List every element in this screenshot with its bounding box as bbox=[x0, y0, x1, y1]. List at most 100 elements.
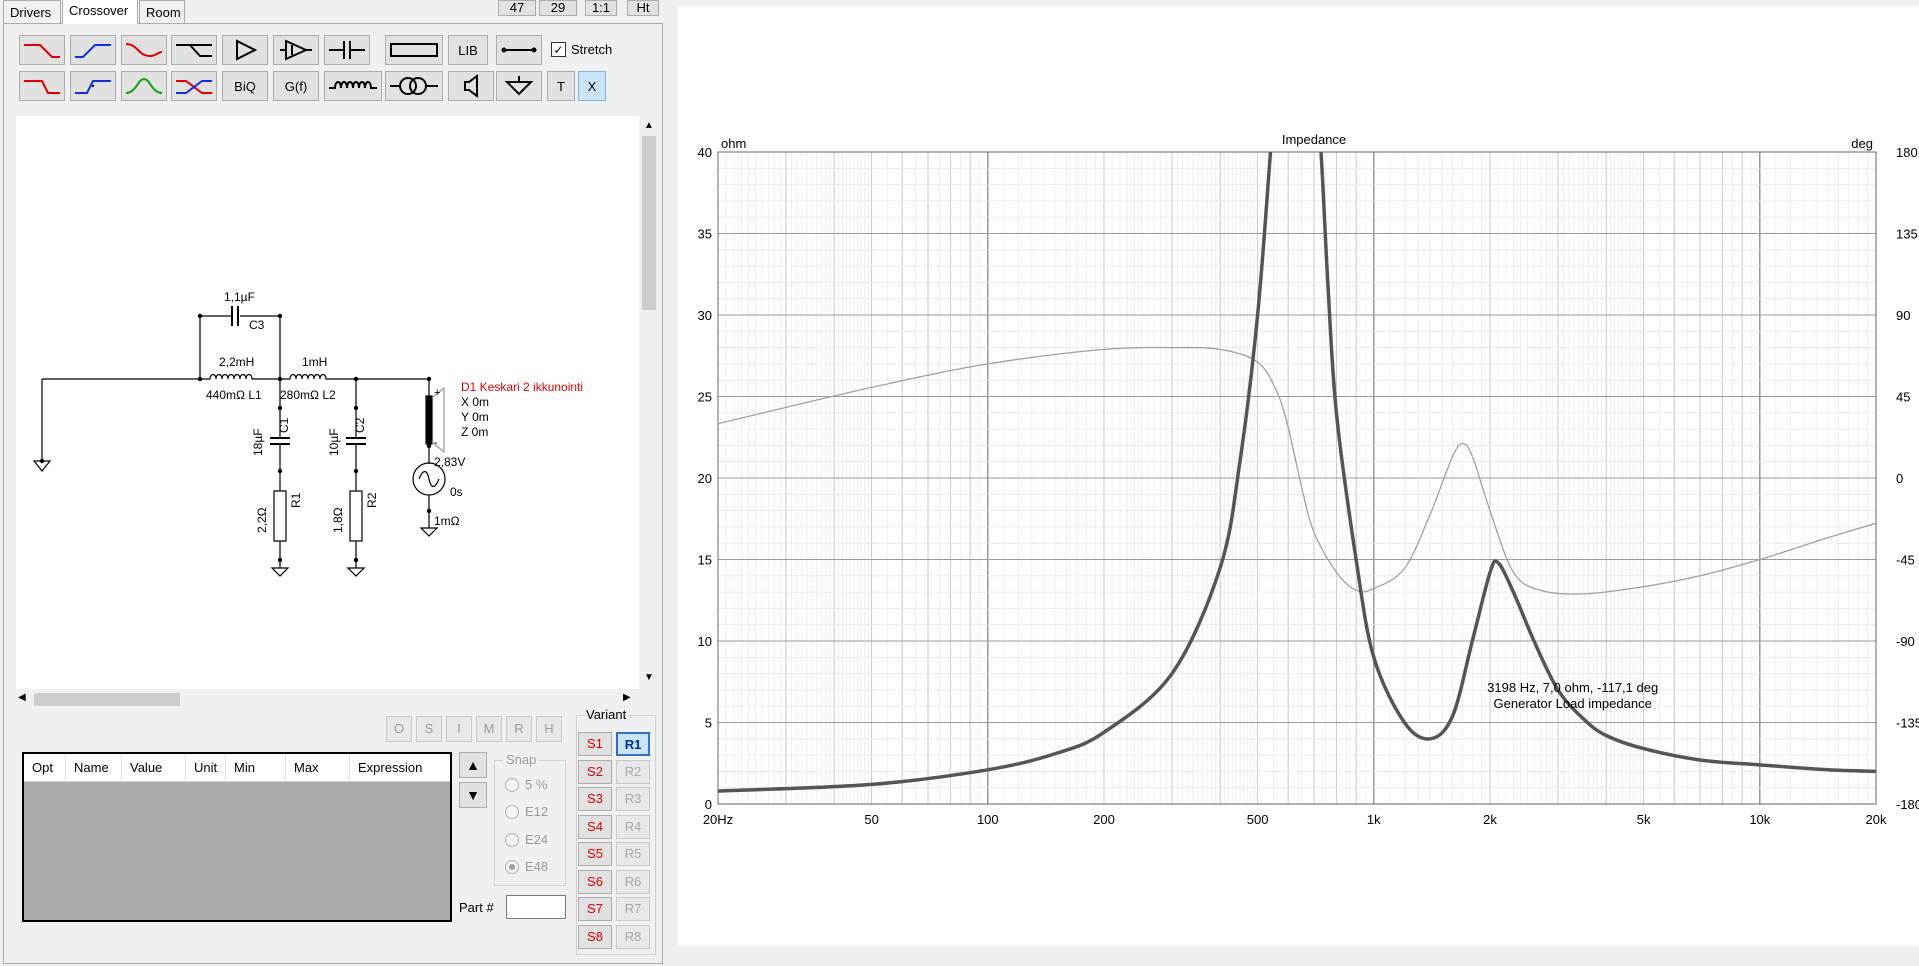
transformer-button[interactable] bbox=[385, 71, 443, 101]
col-max[interactable]: Max bbox=[286, 754, 350, 781]
opt-r-button[interactable]: R bbox=[506, 716, 532, 742]
crossover-2way-button[interactable] bbox=[171, 71, 217, 101]
snap-e24-radio[interactable]: E24 bbox=[505, 832, 548, 847]
parameter-table[interactable]: Opt Name Value Unit Min Max Expression bbox=[22, 752, 452, 922]
speaker-icon bbox=[464, 74, 478, 98]
y-left-tick-label: 25 bbox=[698, 390, 712, 405]
tab-room[interactable]: Room bbox=[139, 0, 185, 24]
gen-delay: 0s bbox=[450, 485, 463, 499]
col-name[interactable]: Name bbox=[66, 754, 122, 781]
opamp-button[interactable] bbox=[273, 35, 319, 65]
text-tool-button[interactable]: T bbox=[547, 71, 575, 101]
wire-icon bbox=[501, 47, 537, 53]
delete-x-button[interactable]: X bbox=[578, 71, 606, 101]
checkmark-icon: ✓ bbox=[551, 42, 566, 57]
variant-s1-button[interactable]: S1 bbox=[578, 732, 612, 756]
cursor-annotation-series: Generator Load impedance bbox=[1494, 696, 1652, 711]
scroll-up-icon[interactable]: ▲ bbox=[644, 120, 654, 131]
stretch-label: Stretch bbox=[571, 42, 613, 57]
lowpass2-icon bbox=[24, 80, 60, 94]
stretch-checkbox[interactable]: ✓ Stretch bbox=[551, 42, 612, 57]
wire-button[interactable] bbox=[496, 35, 542, 65]
variant-r3-button[interactable]: R3 bbox=[616, 787, 650, 811]
crossover-2way-icon bbox=[176, 80, 212, 94]
resistor-button[interactable] bbox=[385, 35, 443, 65]
col-value[interactable]: Value bbox=[122, 754, 186, 781]
zoom-47-button[interactable]: 47 bbox=[498, 0, 536, 16]
ground-button[interactable] bbox=[496, 71, 542, 101]
lib-button[interactable]: LIB bbox=[448, 35, 488, 65]
ground-icon bbox=[504, 76, 534, 96]
schematic-canvas[interactable]: 1,1µF C3 2,2mH 440mΩ L1 1mH 280mΩ L2 18µ… bbox=[16, 116, 639, 689]
col-opt[interactable]: Opt bbox=[24, 754, 66, 781]
variant-s3-button[interactable]: S3 bbox=[578, 787, 612, 811]
variant-r1-button[interactable]: R1 bbox=[616, 732, 650, 756]
vscroll-thumb[interactable] bbox=[642, 136, 656, 310]
tab-crossover[interactable]: Crossover bbox=[62, 0, 138, 24]
speaker-button[interactable] bbox=[448, 71, 494, 101]
tab-drivers[interactable]: Drivers bbox=[3, 0, 61, 24]
hscroll-thumb[interactable] bbox=[34, 693, 180, 706]
schematic-horizontal-scrollbar[interactable]: ◀ ▶ bbox=[16, 689, 639, 710]
x-tick-label: 10k bbox=[1749, 812, 1770, 827]
variant-r7-button[interactable]: R7 bbox=[616, 897, 650, 921]
opt-i-button[interactable]: I bbox=[446, 716, 472, 742]
biq-button[interactable]: BiQ bbox=[222, 71, 268, 101]
opamp-icon bbox=[280, 39, 312, 61]
impedance-chart-panel[interactable]: 20Hz 50 100 200 500 1k 2k 5k 10k 20k 0 5 10 15 20 25 30 3… bbox=[678, 6, 1919, 946]
notch-button[interactable] bbox=[171, 35, 217, 65]
scroll-left-icon[interactable]: ◀ bbox=[18, 692, 26, 703]
variant-s7-button[interactable]: S7 bbox=[578, 897, 612, 921]
col-expression[interactable]: Expression bbox=[350, 754, 450, 781]
highpass2-blue-button[interactable] bbox=[70, 71, 116, 101]
opt-h-button[interactable]: H bbox=[536, 716, 562, 742]
move-up-button[interactable]: ▲ bbox=[459, 752, 487, 778]
bandpass-green-button[interactable] bbox=[121, 71, 167, 101]
variant-r5-button[interactable]: R5 bbox=[616, 842, 650, 866]
capacitor-button[interactable] bbox=[324, 35, 370, 65]
x-tick-label: 2k bbox=[1483, 812, 1497, 827]
x-tick-label: 50 bbox=[864, 812, 878, 827]
snap-e12-radio[interactable]: E12 bbox=[505, 804, 548, 819]
variant-s2-button[interactable]: S2 bbox=[578, 760, 612, 784]
scroll-right-icon[interactable]: ▶ bbox=[623, 692, 631, 703]
notch-icon bbox=[176, 44, 212, 57]
variant-r6-button[interactable]: R6 bbox=[616, 870, 650, 894]
highpass-blue-button[interactable] bbox=[70, 35, 116, 65]
zoom-29-button[interactable]: 29 bbox=[539, 0, 577, 16]
y-left-tick-label: 15 bbox=[698, 553, 712, 568]
gf-button[interactable]: G(f) bbox=[273, 71, 319, 101]
snap-e48-radio[interactable]: E48 bbox=[505, 859, 548, 874]
driver-x: X 0m bbox=[461, 395, 489, 409]
variant-r8-button[interactable]: R8 bbox=[616, 925, 650, 949]
snap-5-radio[interactable]: 5 % bbox=[505, 777, 547, 792]
variant-r4-button[interactable]: R4 bbox=[616, 815, 650, 839]
part-number-input[interactable] bbox=[506, 895, 566, 919]
opt-m-button[interactable]: M bbox=[476, 716, 502, 742]
scroll-down-icon[interactable]: ▼ bbox=[644, 672, 654, 683]
schematic-vertical-scrollbar[interactable]: ▲ ▼ bbox=[639, 116, 659, 689]
variant-s6-button[interactable]: S6 bbox=[578, 870, 612, 894]
shelf-red-button[interactable] bbox=[121, 35, 167, 65]
gen-res: 1mΩ bbox=[434, 514, 460, 528]
snap-e48-label: E48 bbox=[525, 859, 549, 874]
inductor-button[interactable] bbox=[324, 71, 382, 101]
y-left-tick-label: 40 bbox=[698, 145, 712, 160]
buffer-button[interactable] bbox=[222, 35, 268, 65]
zoom-ht-button[interactable]: Ht bbox=[627, 0, 659, 16]
snap-e12-label: E12 bbox=[525, 804, 549, 819]
variant-s8-button[interactable]: S8 bbox=[578, 925, 612, 949]
variant-r2-button[interactable]: R2 bbox=[616, 760, 650, 784]
lowpass-red-button[interactable] bbox=[19, 35, 65, 65]
variant-s4-button[interactable]: S4 bbox=[578, 815, 612, 839]
zoom-1-1-button[interactable]: 1:1 bbox=[585, 0, 617, 16]
col-min[interactable]: Min bbox=[226, 754, 286, 781]
opt-s-button[interactable]: S bbox=[416, 716, 442, 742]
move-down-button[interactable]: ▼ bbox=[459, 782, 487, 808]
variant-s5-button[interactable]: S5 bbox=[578, 842, 612, 866]
y-left-tick-label: 30 bbox=[698, 308, 712, 323]
impedance-chart[interactable]: 20Hz 50 100 200 500 1k 2k 5k 10k 20k 0 5 10 15 20 25 30 3… bbox=[678, 6, 1919, 946]
opt-o-button[interactable]: O bbox=[386, 716, 412, 742]
col-unit[interactable]: Unit bbox=[186, 754, 226, 781]
lowpass2-red-button[interactable] bbox=[19, 71, 65, 101]
